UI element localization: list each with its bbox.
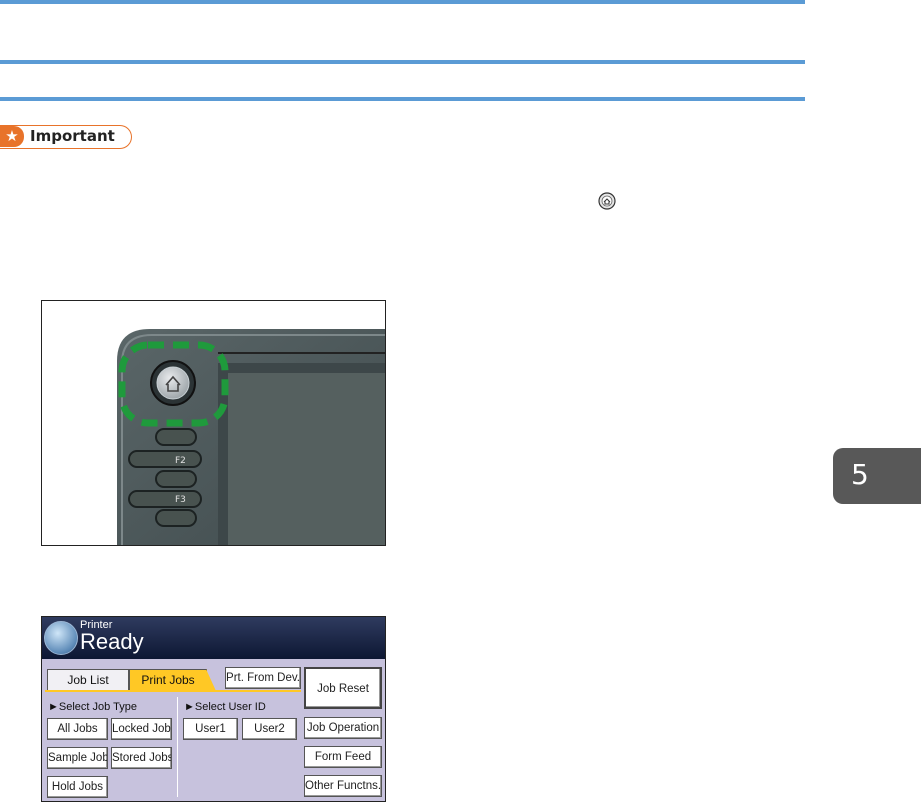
- control-panel-illustration: F2 F3: [117, 329, 385, 545]
- stored-jobs-button[interactable]: Stored Jobs: [111, 747, 172, 769]
- hold-jobs-button[interactable]: Hold Jobs: [47, 776, 108, 798]
- home-key-icon: [598, 192, 616, 210]
- panel-status: Ready: [80, 629, 144, 654]
- section-rule-lower: [0, 97, 805, 101]
- section-rule: [0, 60, 805, 64]
- section-divider: [177, 697, 178, 797]
- printer-icon: [44, 621, 78, 655]
- control-panel-photo: F2 F3: [41, 300, 386, 546]
- panel-header: Printer Ready: [42, 617, 385, 659]
- chapter-number: 5: [851, 458, 869, 491]
- key-f3-label: F3: [175, 495, 186, 505]
- tab-job-list[interactable]: Job List: [47, 669, 129, 691]
- key-f2-label: F2: [175, 456, 186, 466]
- chapter-tab: 5: [833, 448, 921, 504]
- select-user-id-label: ►Select User ID: [184, 701, 266, 713]
- locked-jobs-button[interactable]: Locked Jobs: [111, 718, 172, 740]
- sample-jobs-button[interactable]: Sample Jobs: [47, 747, 108, 769]
- select-job-type-label: ►Select Job Type: [48, 701, 137, 713]
- user1-button[interactable]: User1: [183, 718, 238, 740]
- user2-button[interactable]: User2: [242, 718, 297, 740]
- tab-underline: [45, 690, 301, 692]
- printer-panel: Printer Ready Job List Print Jobs Prt. F…: [41, 616, 386, 802]
- all-jobs-button[interactable]: All Jobs: [47, 718, 108, 740]
- job-operation-button[interactable]: Job Operation: [304, 717, 382, 739]
- tab-print-jobs[interactable]: Print Jobs: [129, 669, 216, 691]
- job-reset-button[interactable]: Job Reset: [304, 667, 382, 709]
- star-icon: ★: [0, 126, 24, 147]
- important-badge: ★ Important: [0, 125, 132, 149]
- other-functns-button[interactable]: Other Functns.: [304, 775, 382, 797]
- prt-from-dev-button[interactable]: Prt. From Dev.: [225, 667, 301, 689]
- important-label: Important: [30, 127, 115, 145]
- top-rule: [0, 0, 805, 4]
- form-feed-button[interactable]: Form Feed: [304, 746, 382, 768]
